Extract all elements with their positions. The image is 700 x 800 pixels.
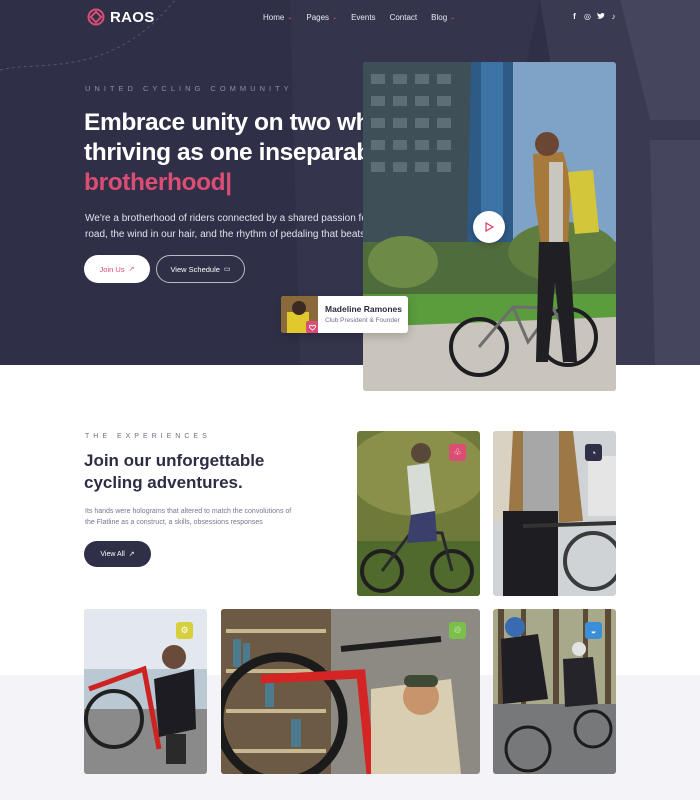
play-icon	[485, 222, 494, 232]
view-all-button[interactable]: View All ↗	[84, 541, 151, 567]
join-us-label: Join Us	[99, 264, 125, 274]
founder-avatar	[281, 296, 318, 333]
instagram-icon[interactable]: ◎	[581, 12, 594, 22]
tiktok-icon[interactable]: ♪	[607, 12, 620, 22]
experiences-eyebrow: THE EXPERIENCES	[85, 433, 211, 440]
helmet-icon: ◒	[585, 622, 602, 639]
logo-mark-icon	[87, 8, 105, 26]
founder-card: Madeline Ramones Club President & Founde…	[281, 296, 408, 333]
workshop-card[interactable]: ♲	[221, 609, 480, 774]
headline-accent: brotherhood|	[84, 169, 232, 196]
experiences-title: Join our unforgettable cycling adventure…	[84, 450, 304, 494]
logo-text: RAOS	[110, 8, 155, 26]
experiences-title-line-1: Join our unforgettable	[84, 451, 265, 470]
bike-repair-card[interactable]: ⚙	[84, 609, 207, 774]
nav-label: Pages	[306, 13, 330, 22]
chevron-down-icon: ⌄	[287, 15, 293, 21]
chevron-down-icon: ⌄	[332, 15, 338, 21]
speedometer-icon: ◔	[585, 444, 602, 461]
view-schedule-button[interactable]: View Schedule ▭	[156, 255, 245, 283]
nav-item-pages[interactable]: Pages ⌄	[306, 13, 337, 22]
calendar-icon: ▭	[223, 266, 231, 273]
tree-icon: ♧	[449, 444, 466, 461]
arrow-up-right-icon: ↗	[128, 551, 135, 558]
cyclist-icon: ♲	[449, 622, 466, 639]
nav-label: Contact	[389, 13, 418, 22]
heart-badge-icon	[306, 321, 318, 333]
logo[interactable]: RAOS	[87, 8, 155, 26]
experiences-description: Its hands were holograms that altered to…	[85, 508, 292, 526]
wrench-icon: ⚙	[176, 622, 193, 639]
workshop-photo	[221, 609, 480, 774]
nav-item-home[interactable]: Home ⌄	[263, 13, 292, 22]
arrow-up-right-icon: ↗	[128, 266, 135, 273]
social-links: f ◎ ♪	[568, 12, 620, 22]
hero-eyebrow: UNITED CYCLING COMMUNITY	[85, 84, 293, 93]
top-nav: RAOS Home ⌄ Pages ⌄ Events Contact Blog ⌄ f…	[0, 0, 700, 36]
main-menu: Home ⌄ Pages ⌄ Events Contact Blog ⌄	[263, 13, 469, 22]
twitter-icon[interactable]	[594, 12, 607, 22]
nav-item-contact[interactable]: Contact	[390, 13, 418, 22]
nav-label: Events	[351, 13, 376, 22]
mountain-biker-card[interactable]: ♧	[357, 431, 480, 596]
group-ride-card[interactable]: ◒	[493, 609, 616, 774]
view-all-label: View All	[100, 550, 125, 558]
nav-item-blog[interactable]: Blog ⌄	[431, 13, 455, 22]
founder-role: Club President & Founder	[325, 317, 400, 324]
founder-name: Madeline Ramones	[325, 304, 402, 314]
twitter-bird-icon	[596, 12, 605, 19]
nav-item-events[interactable]: Events	[351, 13, 375, 22]
view-schedule-label: View Schedule	[170, 264, 220, 274]
experiences-title-line-2: cycling adventures.	[84, 473, 243, 492]
join-us-button[interactable]: Join Us ↗	[84, 255, 150, 283]
facebook-icon[interactable]: f	[568, 12, 581, 22]
nav-label: Blog	[431, 13, 448, 22]
play-video-button[interactable]	[473, 211, 505, 243]
headline-line-2: thriving as one inseparable	[84, 139, 391, 166]
nav-label: Home	[263, 13, 285, 22]
bike-handlebar-card[interactable]: ◔	[493, 431, 616, 596]
chevron-down-icon: ⌄	[450, 15, 456, 21]
